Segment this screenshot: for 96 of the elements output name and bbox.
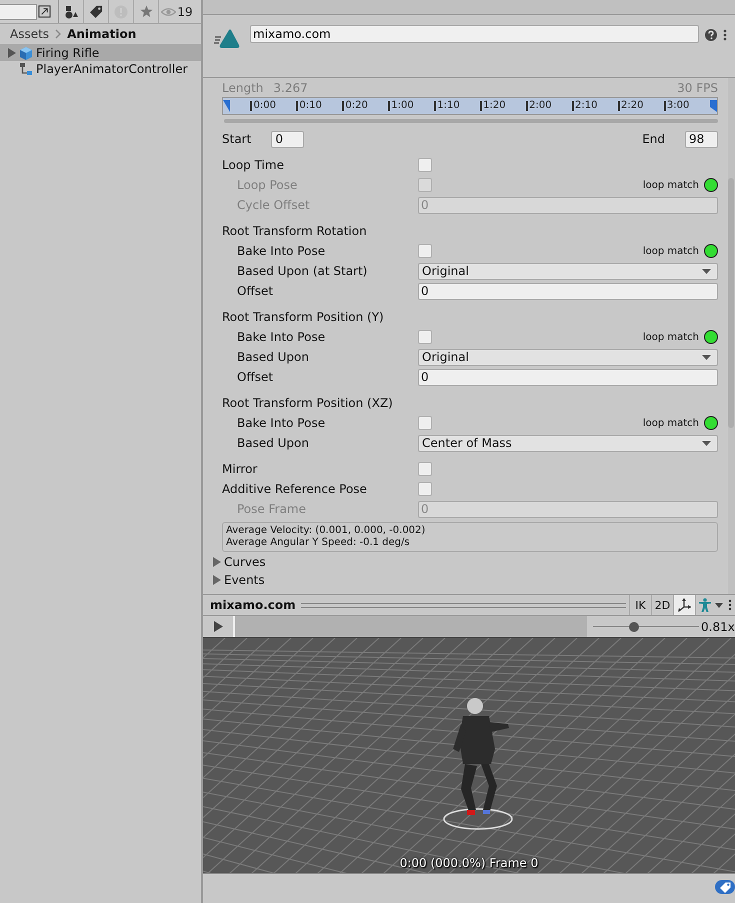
foldout-header[interactable]: Events [213, 571, 718, 588]
more-options-icon[interactable] [728, 599, 732, 611]
name-field[interactable]: mixamo.com [250, 25, 699, 43]
field-label: Mirror [222, 462, 258, 476]
breadcrumb-item[interactable]: Animation [67, 27, 136, 41]
frame-status: 0:00 (000.0%) Frame 0 [398, 856, 540, 870]
axes-icon [678, 598, 692, 612]
info-text: Average Angular Y Speed: -0.1 deg/s [226, 537, 411, 549]
start-label: Start [222, 132, 252, 146]
field-label: Cycle Offset [236, 198, 311, 212]
tag-icon [90, 5, 102, 18]
field-label: Offset [236, 370, 274, 384]
field-label: Offset [236, 284, 274, 298]
caret-icon [702, 268, 711, 274]
number-field[interactable]: 0 [418, 368, 718, 386]
loop-match-label: loop match [642, 418, 699, 428]
expand-icon [38, 5, 51, 18]
help-icon[interactable] [705, 29, 717, 41]
scrollbar-thumb[interactable] [728, 178, 734, 428]
figure-icon [698, 598, 712, 612]
nodes-icon [19, 62, 33, 76]
animation-clip-icon [214, 29, 240, 49]
checkbox[interactable] [418, 244, 432, 258]
slider-thumb[interactable] [629, 622, 640, 632]
cube-icon [19, 46, 33, 60]
foldout-header[interactable]: Curves [213, 553, 718, 570]
breadcrumb-item[interactable]: Assets [10, 27, 50, 41]
preview-toggle-button[interactable]: IK [629, 595, 651, 615]
chevron-icon [55, 29, 62, 39]
star-icon [140, 5, 152, 18]
field-label: Loop Time [222, 158, 285, 172]
hidden-count: 19 [177, 4, 193, 18]
info-text: Average Velocity: (0.001, 0.000, -0.002) [226, 525, 426, 537]
checkbox[interactable] [418, 482, 432, 496]
length-label: Length [222, 81, 264, 96]
checkbox[interactable] [418, 158, 432, 172]
fps-label: 30 FPS [677, 81, 718, 96]
tag-icon [720, 882, 730, 892]
caret-icon [702, 440, 711, 446]
number-field[interactable]: 0 [418, 282, 718, 300]
checkbox[interactable] [418, 462, 432, 476]
tick-label: 0:10 [296, 101, 322, 111]
field-label: Based Upon [236, 436, 310, 450]
expand-arrow-icon[interactable] [8, 48, 16, 58]
preview-title: mixamo.com [210, 598, 296, 612]
asset-item[interactable]: PlayerAnimatorController [0, 61, 201, 77]
tick-label: 0:00 [250, 101, 276, 111]
end-label: End [642, 132, 665, 146]
field-label: Additive Reference Pose [222, 482, 368, 496]
checkbox[interactable] [418, 330, 432, 344]
speed-value: 0.81x [701, 620, 735, 634]
preview-toggle-button[interactable] [695, 595, 725, 615]
field-label: Bake Into Pose [236, 330, 326, 344]
loop-match-label: loop match [642, 332, 699, 342]
search-field[interactable] [0, 4, 37, 20]
end-marker-icon[interactable] [710, 100, 717, 112]
hidden-count-button[interactable]: 19 [159, 0, 195, 23]
dropdown[interactable]: Original [418, 262, 718, 280]
dropdown[interactable]: Center of Mass [418, 434, 718, 452]
asset-item[interactable]: Firing Rifle [0, 45, 201, 61]
tick-label: 1:00 [388, 101, 414, 111]
caret-icon [715, 602, 723, 608]
field-label: Loop Pose [236, 178, 298, 192]
field-label: Bake Into Pose [236, 244, 326, 258]
checkbox[interactable] [418, 416, 432, 430]
dropdown[interactable]: Original [418, 348, 718, 366]
more-options-icon[interactable] [723, 29, 727, 41]
tick-label: 3:00 [664, 101, 690, 111]
field-label: Bake Into Pose [236, 416, 326, 430]
length-value: 3.267 [273, 81, 308, 96]
field-label: Pose Frame [236, 502, 307, 516]
section-label: Root Transform Position (Y) [222, 310, 385, 324]
field-label: Based Upon (at Start) [236, 264, 368, 278]
tick-label: 1:10 [434, 101, 460, 111]
end-field[interactable]: 98 [685, 130, 718, 148]
preview-toggle-button[interactable] [673, 595, 695, 615]
drag-handle[interactable] [300, 602, 626, 608]
section-label: Root Transform Rotation [222, 224, 368, 238]
tick-label: 2:00 [526, 101, 552, 111]
start-field[interactable]: 0 [271, 130, 304, 148]
asset-label-button[interactable] [715, 880, 735, 894]
play-icon [214, 621, 222, 632]
field-label: Based Upon [236, 350, 310, 364]
tick-label: 2:10 [572, 101, 598, 111]
scrollbar[interactable] [728, 78, 735, 594]
shapes-icon [64, 4, 78, 18]
loop-match-label: loop match [642, 246, 699, 256]
tick-label: 0:20 [342, 101, 368, 111]
loop-match-label: loop match [642, 180, 699, 190]
tick-label: 2:20 [618, 101, 644, 111]
start-marker-icon[interactable] [223, 100, 230, 112]
timeline-ruler[interactable]: 0:00 0:10 0:20 1:00 1:10 1:20 2:00 2:10 2:20 3:00 [222, 97, 718, 115]
caret-icon [702, 354, 711, 360]
eye-icon [161, 6, 176, 16]
section-label: Root Transform Position (XZ) [222, 396, 394, 410]
tick-label: 1:20 [480, 101, 506, 111]
